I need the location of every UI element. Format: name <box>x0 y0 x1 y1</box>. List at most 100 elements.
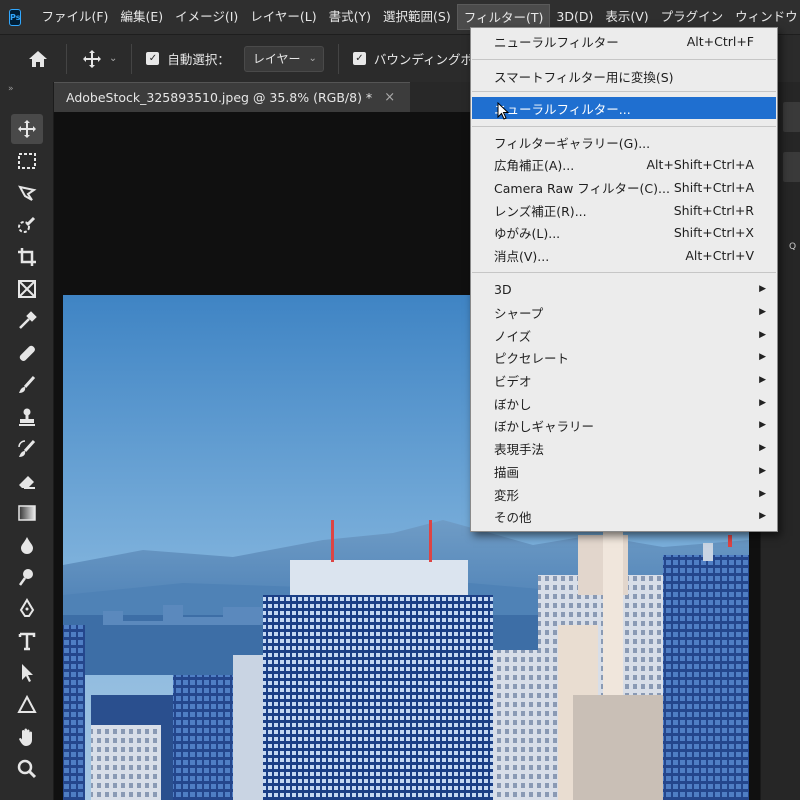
menu-item-neural-filters[interactable]: ニューラルフィルター... <box>472 97 776 119</box>
menu-item-label: フィルターギャラリー(G)... <box>494 135 651 151</box>
menu-item-video[interactable]: ビデオ ▶ <box>472 369 776 391</box>
lasso-tool[interactable] <box>11 178 43 208</box>
menu-image[interactable]: イメージ(I) <box>169 4 244 30</box>
menu-layer[interactable]: レイヤー(L) <box>244 4 322 30</box>
path-selection-tool[interactable] <box>11 658 43 688</box>
auto-select-checkbox[interactable]: ✓ <box>146 52 160 65</box>
stamp-icon <box>19 408 35 426</box>
mouse-cursor-icon <box>497 102 509 120</box>
filter-menu-dropdown: ニューラルフィルター Alt+Ctrl+F スマートフィルター用に変換(S) ニ… <box>470 27 778 532</box>
menu-item-3d[interactable]: 3D ▶ <box>472 278 776 300</box>
menu-item-label: ノイズ <box>494 328 532 344</box>
menu-item-other[interactable]: その他 ▶ <box>472 505 776 527</box>
blur-drop-icon <box>21 537 33 554</box>
healing-brush-tool[interactable] <box>11 338 43 368</box>
menu-item-label: ぼかし <box>494 396 532 412</box>
menu-item-vanishing-point[interactable]: 消点(V)... Alt+Ctrl+V <box>472 244 776 266</box>
brush-icon <box>19 375 36 393</box>
shape-tool[interactable] <box>11 690 43 720</box>
home-icon <box>29 50 47 67</box>
frame-icon <box>18 280 36 298</box>
move-icon <box>83 49 101 68</box>
menu-type[interactable]: 書式(Y) <box>323 4 377 30</box>
history-brush-icon <box>18 439 36 457</box>
menu-item-label: シャープ <box>494 305 544 321</box>
menu-item-label: 消点(V)... <box>494 248 550 264</box>
brush-tool[interactable] <box>11 370 43 400</box>
hand-tool[interactable] <box>11 722 43 752</box>
menu-item-sharpen[interactable]: シャープ ▶ <box>472 301 776 323</box>
gradient-icon <box>18 505 36 521</box>
marquee-tool[interactable] <box>11 146 43 176</box>
menu-item-distort[interactable]: 変形 ▶ <box>472 483 776 505</box>
triangle-icon <box>17 694 37 713</box>
menu-file[interactable]: ファイル(F) <box>35 4 114 30</box>
pen-icon <box>19 598 35 617</box>
bounding-box-label: バウンディングボ <box>373 52 474 67</box>
bounding-box-checkbox[interactable]: ✓ <box>352 52 366 65</box>
crop-tool[interactable] <box>11 242 43 272</box>
menu-item-pixelate[interactable]: ピクセレート ▶ <box>472 346 776 368</box>
menu-item-camera-raw[interactable]: Camera Raw フィルター(C)... Shift+Ctrl+A <box>472 176 776 198</box>
move-tool-preset[interactable]: ⌄ <box>81 48 117 70</box>
close-icon[interactable]: × <box>384 90 395 105</box>
menu-item-shortcut: Shift+Ctrl+X <box>673 224 754 240</box>
panel-button[interactable] <box>783 152 800 182</box>
separator <box>66 43 67 74</box>
magnifier-icon <box>17 759 37 779</box>
eyedropper-tool[interactable] <box>11 306 43 336</box>
lasso-icon <box>18 185 37 201</box>
gradient-tool[interactable] <box>11 498 43 528</box>
menu-item-convert-smart-filter[interactable]: スマートフィルター用に変換(S) <box>472 65 776 87</box>
type-tool[interactable] <box>11 626 43 656</box>
menu-divider <box>472 272 776 273</box>
menu-item-label: Camera Raw フィルター(C)... <box>494 180 670 196</box>
home-button[interactable] <box>24 45 52 73</box>
menu-item-label: 変形 <box>494 487 520 503</box>
menu-edit[interactable]: 編集(E) <box>114 4 169 30</box>
separator <box>131 43 133 74</box>
menu-item-render[interactable]: 描画 ▶ <box>472 460 776 482</box>
collapse-panel-icon[interactable]: » <box>8 84 14 94</box>
menu-item-label: ニューラルフィルター <box>494 34 619 50</box>
move-tool[interactable] <box>11 114 43 144</box>
frame-tool[interactable] <box>11 274 43 304</box>
zoom-tool[interactable] <box>11 754 43 784</box>
menu-item-blur-gallery[interactable]: ぼかしギャラリー ▶ <box>472 414 776 436</box>
menu-item-last-filter[interactable]: ニューラルフィルター Alt+Ctrl+F <box>472 30 776 52</box>
menu-item-adaptive-wide-angle[interactable]: 広角補正(A)... Alt+Shift+Ctrl+A <box>472 153 776 175</box>
submenu-arrow-icon: ▶ <box>759 443 766 453</box>
bandage-icon <box>19 345 35 361</box>
marquee-icon <box>18 153 36 169</box>
document-tab-title: AdobeStock_325893510.jpeg @ 35.8% (RGB/8… <box>66 90 373 105</box>
menu-item-label: レンズ補正(R)... <box>494 203 587 219</box>
separator <box>337 43 339 74</box>
panel-button[interactable] <box>783 102 800 132</box>
menu-item-liquify[interactable]: ゆがみ(L)... Shift+Ctrl+X <box>472 221 776 243</box>
menu-divider <box>472 59 776 60</box>
blur-tool[interactable] <box>11 530 43 560</box>
pen-tool[interactable] <box>11 594 43 624</box>
quick-selection-tool[interactable] <box>11 210 43 240</box>
submenu-arrow-icon: ▶ <box>759 489 766 499</box>
menu-item-label: スマートフィルター用に変換(S) <box>494 69 674 85</box>
tools-panel: » <box>0 82 54 800</box>
submenu-arrow-icon: ▶ <box>759 352 766 362</box>
document-tab[interactable]: AdobeStock_325893510.jpeg @ 35.8% (RGB/8… <box>54 82 410 112</box>
dodge-tool[interactable] <box>11 562 43 592</box>
chevron-down-icon: ⌄ <box>109 53 118 64</box>
menu-item-noise[interactable]: ノイズ ▶ <box>472 324 776 346</box>
menu-item-label: その他 <box>494 509 532 525</box>
submenu-arrow-icon: ▶ <box>759 307 766 317</box>
menu-divider <box>472 91 776 92</box>
history-brush-tool[interactable] <box>11 434 43 464</box>
menu-item-filter-gallery[interactable]: フィルターギャラリー(G)... <box>472 131 776 153</box>
clone-stamp-tool[interactable] <box>11 402 43 432</box>
auto-select-target-dropdown[interactable]: レイヤー ⌄ <box>243 45 324 72</box>
menu-item-blur[interactable]: ぼかし ▶ <box>472 392 776 414</box>
eraser-tool[interactable] <box>11 466 43 496</box>
menu-item-lens-correction[interactable]: レンズ補正(R)... Shift+Ctrl+R <box>472 199 776 221</box>
menu-item-stylize[interactable]: 表現手法 ▶ <box>472 437 776 459</box>
submenu-arrow-icon: ▶ <box>759 466 766 476</box>
menu-select[interactable]: 選択範囲(S) <box>377 4 457 30</box>
